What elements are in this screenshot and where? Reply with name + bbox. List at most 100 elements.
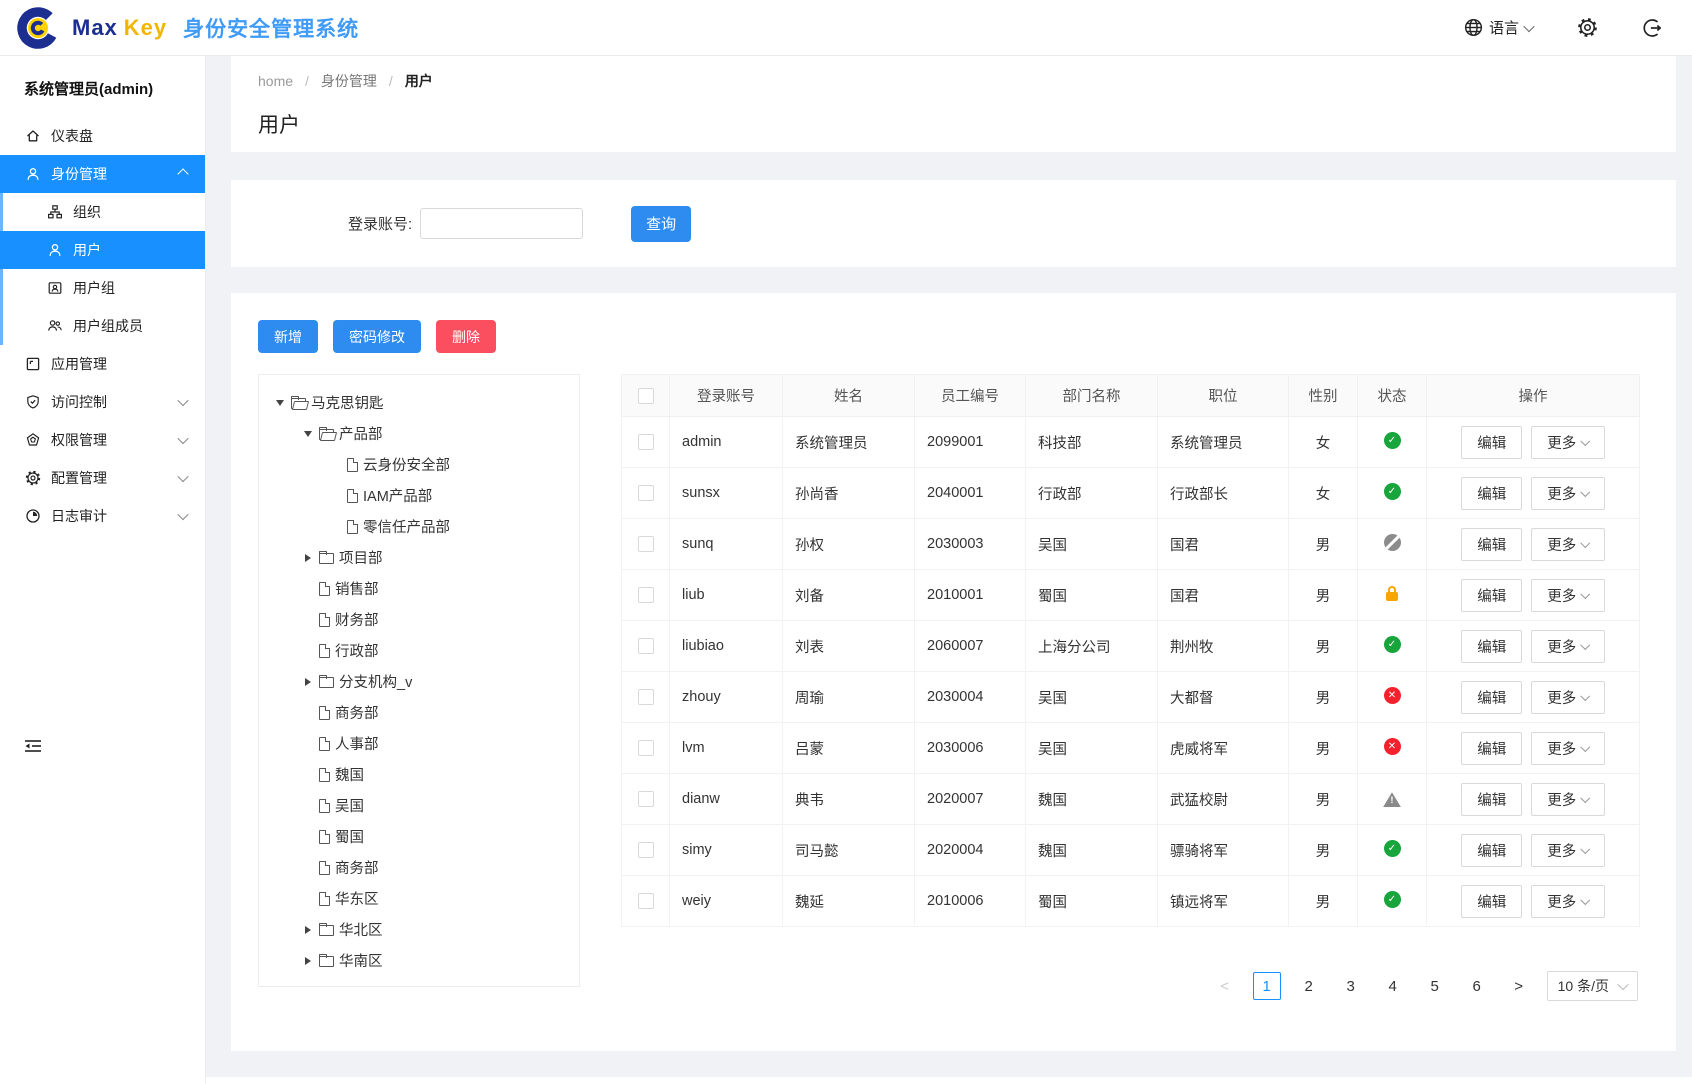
edit-button[interactable]: 编辑 bbox=[1461, 630, 1522, 663]
tree-node[interactable]: 吴国 bbox=[259, 790, 579, 821]
tree-node[interactable]: 商务部 bbox=[259, 852, 579, 883]
page-button-6[interactable]: 6 bbox=[1463, 972, 1491, 1000]
tree-caret-right-icon[interactable] bbox=[297, 554, 319, 562]
prev-page-button[interactable]: < bbox=[1211, 972, 1239, 1000]
tree-node[interactable]: 零信任产品部 bbox=[259, 511, 579, 542]
row-checkbox[interactable] bbox=[638, 740, 654, 756]
page-button-5[interactable]: 5 bbox=[1421, 972, 1449, 1000]
more-button[interactable]: 更多 bbox=[1531, 426, 1605, 459]
login-account-input[interactable] bbox=[420, 208, 583, 239]
page-button-4[interactable]: 4 bbox=[1379, 972, 1407, 1000]
table-row: lvm吕蒙2030006吴国虎威将军男✕编辑更多 bbox=[622, 723, 1640, 774]
sidebar-item-permissions[interactable]: 权限管理 bbox=[0, 421, 205, 459]
cell-department: 吴国 bbox=[1026, 672, 1158, 723]
sidebar-item-usergroup-members[interactable]: 用户组成员 bbox=[0, 307, 205, 345]
tree-node[interactable]: 商务部 bbox=[259, 697, 579, 728]
edit-button[interactable]: 编辑 bbox=[1461, 426, 1522, 459]
tree-caret-right-icon[interactable] bbox=[297, 926, 319, 934]
sidebar-item-user[interactable]: 用户 bbox=[0, 231, 205, 269]
edit-button[interactable]: 编辑 bbox=[1461, 528, 1522, 561]
more-button[interactable]: 更多 bbox=[1531, 630, 1605, 663]
tree-node[interactable]: 财务部 bbox=[259, 604, 579, 635]
clock-icon bbox=[25, 508, 41, 524]
sidebar-collapse-button[interactable] bbox=[24, 738, 42, 757]
page-button-3[interactable]: 3 bbox=[1337, 972, 1365, 1000]
sidebar-item-access-control[interactable]: 访问控制 bbox=[0, 383, 205, 421]
tree-caret-down-icon[interactable] bbox=[297, 431, 319, 437]
row-checkbox[interactable] bbox=[638, 434, 654, 450]
tree-caret-down-icon[interactable] bbox=[269, 400, 291, 406]
status-warning-icon: ! bbox=[1383, 792, 1401, 807]
more-button[interactable]: 更多 bbox=[1531, 528, 1605, 561]
select-all-checkbox[interactable] bbox=[638, 388, 654, 404]
row-checkbox[interactable] bbox=[638, 536, 654, 552]
sidebar-item-identity[interactable]: 身份管理 bbox=[0, 155, 205, 193]
more-button[interactable]: 更多 bbox=[1531, 834, 1605, 867]
more-button[interactable]: 更多 bbox=[1531, 579, 1605, 612]
brand[interactable]: MaxKey 身份安全管理系统 bbox=[14, 5, 359, 51]
row-checkbox[interactable] bbox=[638, 689, 654, 705]
page-button-2[interactable]: 2 bbox=[1295, 972, 1323, 1000]
tree-node[interactable]: 蜀国 bbox=[259, 821, 579, 852]
edit-button[interactable]: 编辑 bbox=[1461, 732, 1522, 765]
row-checkbox[interactable] bbox=[638, 638, 654, 654]
edit-button[interactable]: 编辑 bbox=[1461, 681, 1522, 714]
status-active-icon: ✓ bbox=[1384, 891, 1401, 908]
edit-button[interactable]: 编辑 bbox=[1461, 885, 1522, 918]
sidebar-item-usergroup[interactable]: 用户组 bbox=[0, 269, 205, 307]
row-checkbox[interactable] bbox=[638, 485, 654, 501]
change-password-button[interactable]: 密码修改 bbox=[333, 320, 421, 353]
row-checkbox[interactable] bbox=[638, 791, 654, 807]
tree-node[interactable]: 人事部 bbox=[259, 728, 579, 759]
sidebar-item-organization[interactable]: 组织 bbox=[0, 193, 205, 231]
sidebar-item-applications[interactable]: 应用管理 bbox=[0, 345, 205, 383]
more-button[interactable]: 更多 bbox=[1531, 477, 1605, 510]
logout-button[interactable] bbox=[1642, 18, 1662, 38]
more-button[interactable]: 更多 bbox=[1531, 885, 1605, 918]
page-size-select[interactable]: 10 条/页 bbox=[1547, 971, 1638, 1001]
settings-button[interactable] bbox=[1577, 17, 1598, 38]
row-checkbox[interactable] bbox=[638, 842, 654, 858]
tree-caret-right-icon[interactable] bbox=[297, 957, 319, 965]
row-checkbox[interactable] bbox=[638, 893, 654, 909]
more-button[interactable]: 更多 bbox=[1531, 783, 1605, 816]
user-table-wrap: 登录账号 姓名 员工编号 部门名称 职位 性别 状态 操作 admin系统管理员… bbox=[621, 374, 1640, 1001]
tree-node[interactable]: 魏国 bbox=[259, 759, 579, 790]
tree-node[interactable]: 销售部 bbox=[259, 573, 579, 604]
tree-node[interactable]: 行政部 bbox=[259, 635, 579, 666]
more-button[interactable]: 更多 bbox=[1531, 681, 1605, 714]
sidebar-item-configuration[interactable]: 配置管理 bbox=[0, 459, 205, 497]
tree-node[interactable]: 项目部 bbox=[259, 542, 579, 573]
sidebar-item-dashboard[interactable]: 仪表盘 bbox=[0, 117, 205, 155]
tree-node-label: 华南区 bbox=[339, 950, 383, 971]
tree-node[interactable]: 分支机构_v bbox=[259, 666, 579, 697]
row-checkbox[interactable] bbox=[638, 587, 654, 603]
edit-button[interactable]: 编辑 bbox=[1461, 477, 1522, 510]
tree-node[interactable]: 产品部 bbox=[259, 418, 579, 449]
delete-button[interactable]: 删除 bbox=[436, 320, 496, 353]
tree-node[interactable]: 华北区 bbox=[259, 914, 579, 945]
status-inactive-icon: ✕ bbox=[1384, 738, 1401, 755]
tree-node[interactable]: 马克思钥匙 bbox=[259, 387, 579, 418]
more-button[interactable]: 更多 bbox=[1531, 732, 1605, 765]
sidebar-item-label: 日志审计 bbox=[51, 506, 107, 526]
edit-button[interactable]: 编辑 bbox=[1461, 783, 1522, 816]
edit-button[interactable]: 编辑 bbox=[1461, 834, 1522, 867]
tree-node[interactable]: 华南区 bbox=[259, 945, 579, 976]
tree-node-label: 产品部 bbox=[339, 423, 383, 444]
team-icon bbox=[47, 318, 63, 334]
breadcrumb-home[interactable]: home bbox=[258, 73, 293, 89]
query-button[interactable]: 查询 bbox=[631, 206, 691, 242]
tree-node[interactable]: 华东区 bbox=[259, 883, 579, 914]
page-button-1[interactable]: 1 bbox=[1253, 972, 1281, 1000]
edit-button[interactable]: 编辑 bbox=[1461, 579, 1522, 612]
breadcrumb-section[interactable]: 身份管理 bbox=[321, 71, 377, 91]
next-page-button[interactable]: > bbox=[1505, 972, 1533, 1000]
tree-node[interactable]: 云身份安全部 bbox=[259, 449, 579, 480]
add-button[interactable]: 新增 bbox=[258, 320, 318, 353]
language-menu[interactable]: 语言 bbox=[1464, 17, 1533, 38]
sidebar-item-audit-log[interactable]: 日志审计 bbox=[0, 497, 205, 535]
tree-node[interactable]: IAM产品部 bbox=[259, 480, 579, 511]
tree-caret-right-icon[interactable] bbox=[297, 678, 319, 686]
chevron-down-icon bbox=[1523, 20, 1534, 31]
